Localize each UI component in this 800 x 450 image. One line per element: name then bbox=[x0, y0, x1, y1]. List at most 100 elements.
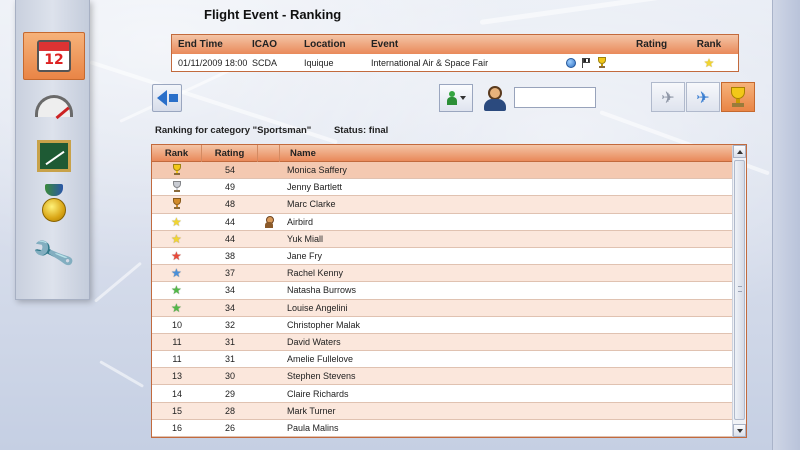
table-row[interactable]: 48 Marc Clarke bbox=[152, 196, 746, 214]
name-cell: Rachel Kenny bbox=[287, 268, 344, 279]
sidebar-item-tools[interactable]: 🔧 bbox=[23, 230, 85, 278]
table-row[interactable]: ★ 34 Louise Angelini bbox=[152, 299, 746, 317]
name-cell: Natasha Burrows bbox=[287, 285, 357, 296]
scroll-down-button[interactable] bbox=[733, 424, 746, 437]
rating-cell: 31 bbox=[224, 354, 235, 365]
trophy-icon bbox=[728, 86, 748, 108]
table-row[interactable]: ★ 44 Yuk Miall bbox=[152, 230, 746, 248]
name-cell: Paula Malins bbox=[287, 422, 339, 433]
back-button[interactable] bbox=[152, 84, 182, 112]
rank-cell: 13 bbox=[152, 371, 202, 381]
plane-icon: ✈ bbox=[661, 87, 675, 107]
category-info: Ranking for category "Sportsman" Status:… bbox=[155, 125, 388, 136]
rank-number: 11 bbox=[172, 354, 182, 365]
view-flights-button[interactable]: ✈ bbox=[651, 82, 685, 112]
rank-cell: 16 bbox=[152, 423, 202, 433]
table-row[interactable]: 54 Monica Saffery bbox=[152, 162, 746, 180]
table-row[interactable]: 14 29 Claire Richards bbox=[152, 385, 746, 403]
name-cell: Mark Turner bbox=[287, 405, 336, 416]
trophy-icon bbox=[172, 164, 182, 176]
scroll-thumb[interactable] bbox=[734, 160, 745, 420]
header-rating[interactable]: Rating bbox=[202, 145, 258, 162]
star-icon: ★ bbox=[703, 56, 715, 70]
event-location: Iquique bbox=[304, 58, 334, 68]
rating-cell: 28 bbox=[224, 405, 235, 416]
name-cell: Jenny Bartlett bbox=[287, 182, 343, 193]
rating-cell: 34 bbox=[224, 285, 235, 296]
pilot-search-button[interactable] bbox=[477, 82, 513, 114]
ranking-rows: 54 Monica Saffery 49 Jenny Bartlett 48 Marc C… bbox=[152, 162, 746, 437]
star-icon: ★ bbox=[171, 266, 182, 281]
table-row[interactable]: 11 31 Amelie Fullelove bbox=[152, 351, 746, 369]
table-row[interactable]: ★ 44 Airbird bbox=[152, 214, 746, 231]
rating-cell: 32 bbox=[224, 319, 235, 330]
view-ranking-button[interactable] bbox=[721, 82, 755, 112]
name-cell: Louise Angelini bbox=[287, 302, 348, 313]
event-name: International Air & Space Fair bbox=[371, 58, 489, 68]
rating-cell: 44 bbox=[224, 233, 235, 244]
rating-cell: 34 bbox=[224, 302, 235, 313]
rating-cell: 37 bbox=[224, 268, 235, 279]
trophy-icon bbox=[172, 198, 182, 210]
chart-board-icon bbox=[37, 140, 71, 172]
table-row[interactable]: 11 31 David Waters bbox=[152, 333, 746, 352]
rank-cell bbox=[152, 164, 202, 176]
rank-cell bbox=[152, 181, 202, 193]
calendar-icon: 12 bbox=[37, 40, 71, 72]
rank-number: 16 bbox=[171, 422, 182, 433]
sidebar-item-medal[interactable] bbox=[23, 180, 85, 228]
header-rank[interactable]: Rank bbox=[684, 39, 734, 50]
flag-cell bbox=[258, 215, 280, 228]
name-cell: Yuk Miall bbox=[287, 233, 324, 244]
header-name[interactable]: Name bbox=[280, 145, 746, 162]
gauge-icon bbox=[35, 95, 73, 117]
globe-icon[interactable] bbox=[566, 58, 576, 68]
rank-cell bbox=[152, 198, 202, 210]
view-route-button[interactable]: ✈ bbox=[686, 82, 720, 112]
sidebar: 12 🔧 bbox=[15, 0, 90, 300]
event-end-time: 01/11/2009 18:00 bbox=[178, 58, 248, 68]
rank-number: 14 bbox=[171, 388, 182, 399]
header-location[interactable]: Location bbox=[304, 39, 371, 50]
table-row[interactable]: ★ 34 Natasha Burrows bbox=[152, 282, 746, 300]
trophy-icon[interactable] bbox=[597, 57, 607, 69]
table-row[interactable]: 49 Jenny Bartlett bbox=[152, 179, 746, 197]
event-row[interactable]: 01/11/2009 18:00 SCDA Iquique Internatio… bbox=[172, 54, 738, 72]
rating-cell: 29 bbox=[224, 388, 235, 399]
pilot-filter-dropdown[interactable] bbox=[439, 84, 473, 112]
rating-cell: 44 bbox=[224, 216, 235, 227]
table-row[interactable]: 10 32 Christopher Malak bbox=[152, 317, 746, 334]
table-row[interactable]: 15 28 Mark Turner bbox=[152, 402, 746, 420]
ranking-table-header: Rank Rating Name bbox=[152, 145, 746, 162]
rating-cell: 48 bbox=[224, 199, 235, 210]
name-cell: Claire Richards bbox=[287, 388, 349, 399]
rank-cell: 10 bbox=[152, 320, 202, 330]
header-rank[interactable]: Rank bbox=[152, 145, 202, 162]
search-input[interactable] bbox=[514, 87, 596, 108]
sidebar-item-calendar[interactable]: 12 bbox=[23, 32, 85, 80]
table-row[interactable]: 16 26 Paula Malins bbox=[152, 420, 746, 437]
header-flag[interactable] bbox=[258, 145, 280, 162]
header-icao[interactable]: ICAO bbox=[252, 39, 304, 50]
star-icon: ★ bbox=[171, 249, 182, 264]
table-row[interactable]: ★ 37 Rachel Kenny bbox=[152, 265, 746, 283]
header-rating[interactable]: Rating bbox=[636, 39, 684, 50]
rank-cell: 15 bbox=[152, 406, 202, 416]
rank-cell: ★ bbox=[152, 302, 202, 314]
scrollbar[interactable] bbox=[732, 145, 746, 437]
header-event[interactable]: Event bbox=[371, 39, 566, 50]
header-end-time[interactable]: End Time bbox=[172, 39, 252, 50]
rank-number: 15 bbox=[171, 405, 182, 416]
category-label: Ranking for category "Sportsman" bbox=[155, 125, 312, 136]
rank-cell: ★ bbox=[152, 284, 202, 296]
rank-number: 10 bbox=[171, 319, 182, 330]
scroll-up-button[interactable] bbox=[733, 145, 746, 158]
table-row[interactable]: 13 30 Stephen Stevens bbox=[152, 368, 746, 386]
star-icon: ★ bbox=[171, 283, 182, 298]
sidebar-item-gauge[interactable] bbox=[23, 82, 85, 130]
flag-icon[interactable] bbox=[582, 58, 591, 68]
rating-cell: 49 bbox=[224, 182, 235, 193]
right-edge-panel bbox=[772, 0, 800, 450]
sidebar-item-chart[interactable] bbox=[23, 132, 85, 180]
table-row[interactable]: ★ 38 Jane Fry bbox=[152, 248, 746, 266]
